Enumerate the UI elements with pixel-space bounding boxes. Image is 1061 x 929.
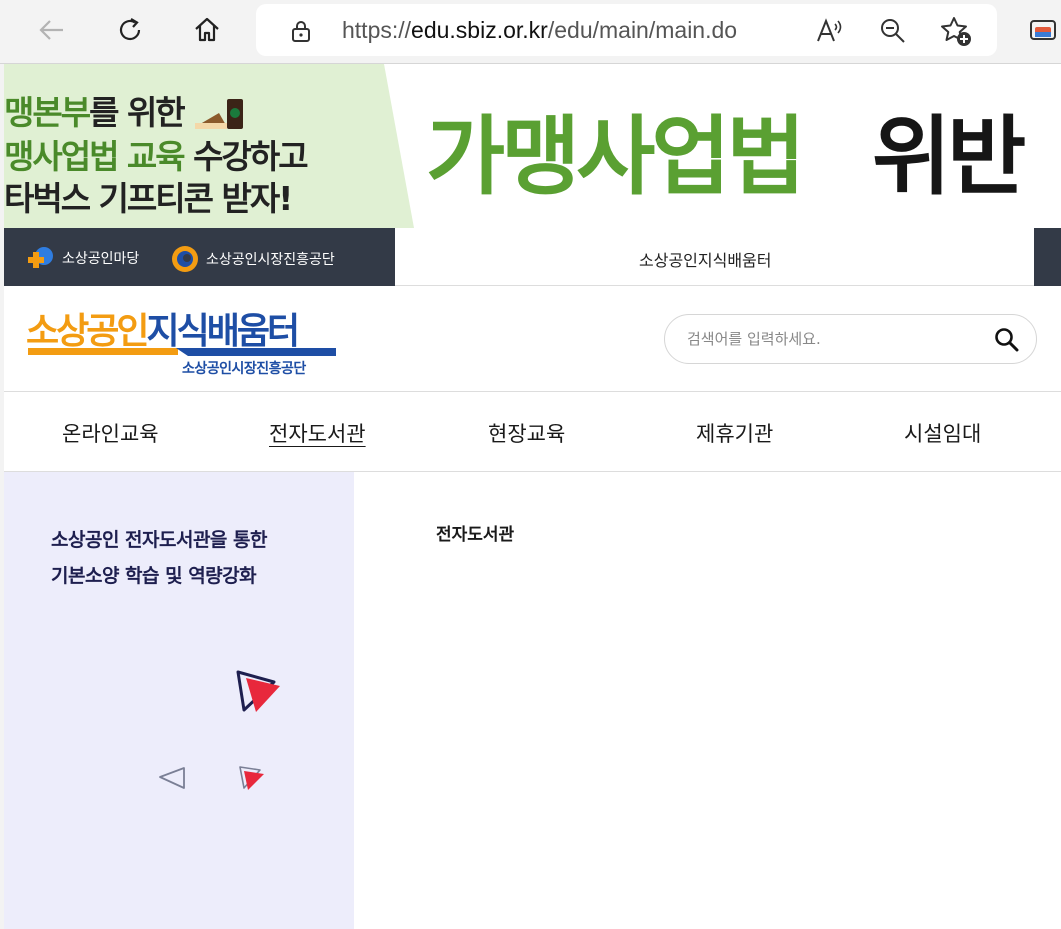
triangle-decoration-large: [236, 670, 280, 712]
madang-logo-icon: [28, 247, 53, 268]
address-bar[interactable]: https://edu.sbiz.or.kr/edu/main/main.do: [256, 4, 997, 56]
semas-link[interactable]: 소상공인시장진흥공단: [170, 245, 335, 273]
sidebar-desc-line-2: 기본소양 학습 및 역량강화: [51, 565, 257, 587]
lock-icon[interactable]: [290, 19, 312, 47]
nav-e-library[interactable]: 전자도서관: [269, 418, 366, 448]
refresh-icon[interactable]: [112, 12, 148, 48]
sbiz-madang-link[interactable]: 소상공인마당: [26, 245, 139, 271]
logo-subtitle: 소상공인시장진흥공단: [182, 361, 306, 377]
sbiz-madang-label: 소상공인마당: [62, 251, 140, 267]
site-header: 소상공인지식배움터 소상공인시장진흥공단: [4, 286, 1061, 392]
favorite-add-icon[interactable]: [939, 14, 973, 48]
logo-underline-orange: [28, 348, 178, 355]
content-title: 전자도서관: [436, 525, 515, 545]
nav-partners[interactable]: 제휴기관: [696, 418, 773, 448]
site-title[interactable]: 소상공인지식배움터: [639, 247, 771, 271]
nav-facility-rental[interactable]: 시설임대: [904, 418, 981, 448]
browser-toolbar: https://edu.sbiz.or.kr/edu/main/main.do: [0, 0, 1061, 64]
banner-headline-dark: 위반: [872, 107, 1026, 207]
site-logo[interactable]: 소상공인지식배움터 소상공인시장진흥공단: [26, 302, 346, 378]
url-text[interactable]: https://edu.sbiz.or.kr/edu/main/main.do: [342, 17, 737, 44]
banner-line-1: 맹본부를 위한: [4, 86, 249, 137]
utility-dark-edge: [1034, 228, 1061, 286]
sidebar-desc-line-1: 소상공인 전자도서관을 통한: [51, 529, 268, 551]
semas-logo-icon: [172, 246, 198, 272]
nav-field-education[interactable]: 현장교육: [488, 418, 565, 448]
sidebar-panel: 소상공인 전자도서관을 통한 기본소양 학습 및 역량강화: [4, 472, 354, 929]
logo-text: 소상공인지식배움터: [26, 311, 300, 352]
banner-line-3: 타벅스 기프티콘 받자!: [4, 179, 293, 218]
collections-icon[interactable]: [1025, 12, 1061, 48]
semas-label: 소상공인시장진흥공단: [206, 252, 335, 268]
logo-underline-blue: [176, 348, 336, 356]
promo-banner[interactable]: 맹본부를 위한 맹사업법 교육 수강하고 타벅스 기프티콘 받자! 가맹사업법 …: [4, 64, 1061, 228]
search-input[interactable]: [687, 327, 987, 351]
sidebar-description: 소상공인 전자도서관을 통한 기본소양 학습 및 역량강화: [51, 522, 268, 594]
nav-online-education[interactable]: 온라인교육: [62, 418, 159, 448]
triangle-decoration-small: [239, 766, 264, 790]
home-icon[interactable]: [189, 12, 225, 48]
utility-bar: 소상공인마당 소상공인시장진흥공단 소상공인지식배움터: [4, 228, 1061, 286]
triangle-outline-decoration: [159, 767, 185, 789]
back-icon[interactable]: [34, 12, 70, 48]
zoom-out-icon[interactable]: [876, 14, 910, 48]
search-box[interactable]: [664, 314, 1037, 364]
main-nav: 온라인교육 전자도서관 현장교육 제휴기관 시설임대: [4, 392, 1061, 472]
search-icon[interactable]: [994, 327, 1020, 357]
read-aloud-icon[interactable]: [812, 14, 846, 48]
banner-headline-green: 가맹사업법: [426, 107, 806, 207]
banner-line-2: 맹사업법 교육 수강하고: [4, 137, 309, 176]
